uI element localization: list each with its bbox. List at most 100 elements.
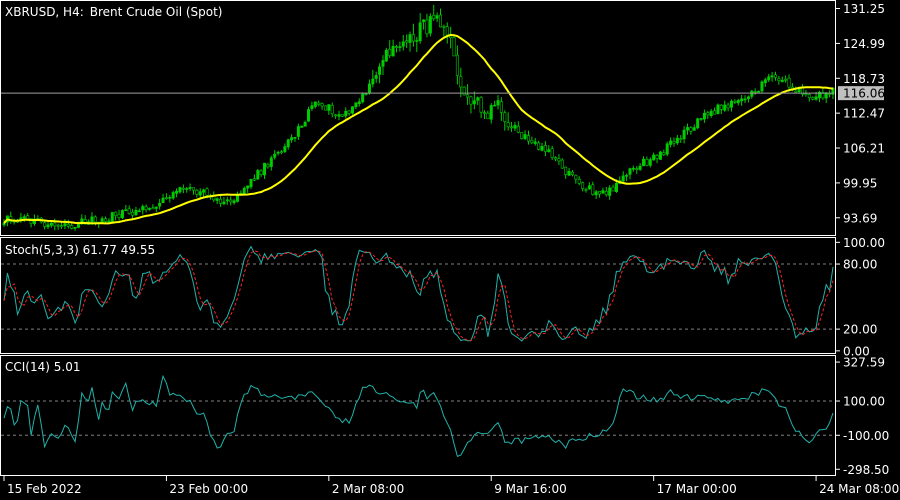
candle-body — [804, 93, 808, 95]
candle-body — [198, 191, 202, 196]
candle-body — [780, 79, 784, 82]
candle-body — [269, 157, 273, 167]
candle-body — [354, 102, 358, 108]
candle-body — [824, 92, 828, 99]
candle-body — [445, 26, 449, 36]
candle-body — [564, 166, 568, 175]
candle-body — [442, 26, 446, 28]
candle-body — [489, 105, 493, 120]
candle-body — [702, 112, 706, 120]
candle — [120, 209, 124, 220]
current-price-label: 116.06 — [843, 87, 885, 101]
candle-body — [510, 126, 514, 129]
candle-body — [520, 132, 524, 139]
candle — [520, 132, 524, 140]
candle-body — [320, 103, 324, 107]
candle-body — [645, 159, 649, 166]
candle-body — [493, 104, 497, 107]
cci-label: CCI(14) 5.01 — [5, 360, 80, 374]
candle-body — [672, 141, 676, 144]
candle-body — [675, 137, 679, 144]
candle-body — [567, 170, 571, 176]
candle-body — [283, 146, 287, 152]
price-y-tick-label: 118.73 — [843, 72, 885, 86]
candle-body — [205, 188, 209, 196]
candle-body — [472, 100, 476, 105]
candle-body — [614, 182, 618, 192]
candle-body — [361, 93, 365, 103]
candle-body — [334, 114, 338, 117]
candle-body — [408, 34, 412, 43]
candle-body — [290, 137, 294, 141]
candle-body — [104, 218, 108, 222]
candle-body — [391, 45, 395, 57]
candle-body — [117, 214, 121, 218]
candle-body — [459, 76, 463, 88]
candle-body — [601, 190, 605, 194]
candle-body — [523, 134, 527, 139]
candle-body — [337, 114, 341, 117]
candle-body — [266, 163, 270, 168]
candle-body — [679, 138, 683, 140]
candle-body — [323, 105, 327, 111]
candle-body — [252, 178, 256, 181]
candle-body — [164, 197, 168, 199]
candle-body — [100, 218, 104, 223]
price-y-tick-label: 131.25 — [843, 2, 885, 16]
candle-body — [259, 170, 263, 175]
price-y-tick-label: 99.95 — [843, 176, 877, 190]
candle-body — [655, 155, 659, 159]
candle-body — [658, 151, 662, 160]
candle-body — [550, 148, 554, 158]
candle-body — [689, 127, 693, 132]
candle — [665, 141, 669, 157]
x-tick-label: 9 Mar 16:00 — [494, 482, 567, 496]
trading-chart[interactable]: 116.06 131.25 124.99 118.73 112.47 106.21 99.… — [0, 0, 900, 500]
candle-body — [466, 94, 470, 98]
candle-body — [317, 102, 321, 105]
stoch-y-tick-label: 20.00 — [843, 323, 877, 337]
candle-body — [814, 96, 818, 100]
candle-body — [713, 110, 717, 115]
candle-body — [161, 197, 165, 204]
candle-body — [584, 189, 588, 191]
candle-body — [43, 222, 47, 227]
candle-body — [53, 222, 57, 227]
candle-body — [158, 202, 162, 207]
candle-body — [699, 118, 703, 120]
price-y-tick-label: 112.47 — [843, 107, 885, 121]
candle — [323, 105, 327, 111]
cci-y-tick-label: 327.59 — [843, 356, 885, 370]
candle-body — [736, 100, 740, 104]
candle-body — [263, 162, 267, 176]
candle-body — [537, 142, 541, 150]
candle-body — [726, 104, 730, 109]
candle-body — [395, 46, 399, 48]
candle-body — [242, 187, 246, 194]
candle-body — [60, 225, 64, 227]
candle-body — [543, 145, 547, 152]
candle-body — [398, 46, 402, 48]
candle-body — [560, 159, 564, 169]
candle-body — [215, 198, 219, 201]
candle — [256, 168, 260, 180]
cci-y-tick-label: 100.00 — [843, 395, 885, 409]
candle-body — [574, 175, 578, 180]
candle-body — [621, 175, 625, 182]
candle-body — [175, 190, 179, 194]
candle-body — [422, 19, 426, 22]
candle-body — [767, 76, 771, 81]
candle-body — [770, 75, 774, 78]
candle-body — [438, 14, 442, 28]
candle-body — [476, 97, 480, 101]
candle-body — [330, 105, 334, 115]
candle-body — [246, 185, 250, 189]
candle — [428, 13, 432, 37]
candle-body — [557, 158, 561, 162]
candle-body — [307, 109, 311, 122]
candle-body — [631, 167, 635, 170]
candle — [452, 35, 456, 57]
candle-body — [107, 220, 111, 223]
candle-body — [66, 223, 70, 227]
candle-body — [723, 104, 727, 111]
